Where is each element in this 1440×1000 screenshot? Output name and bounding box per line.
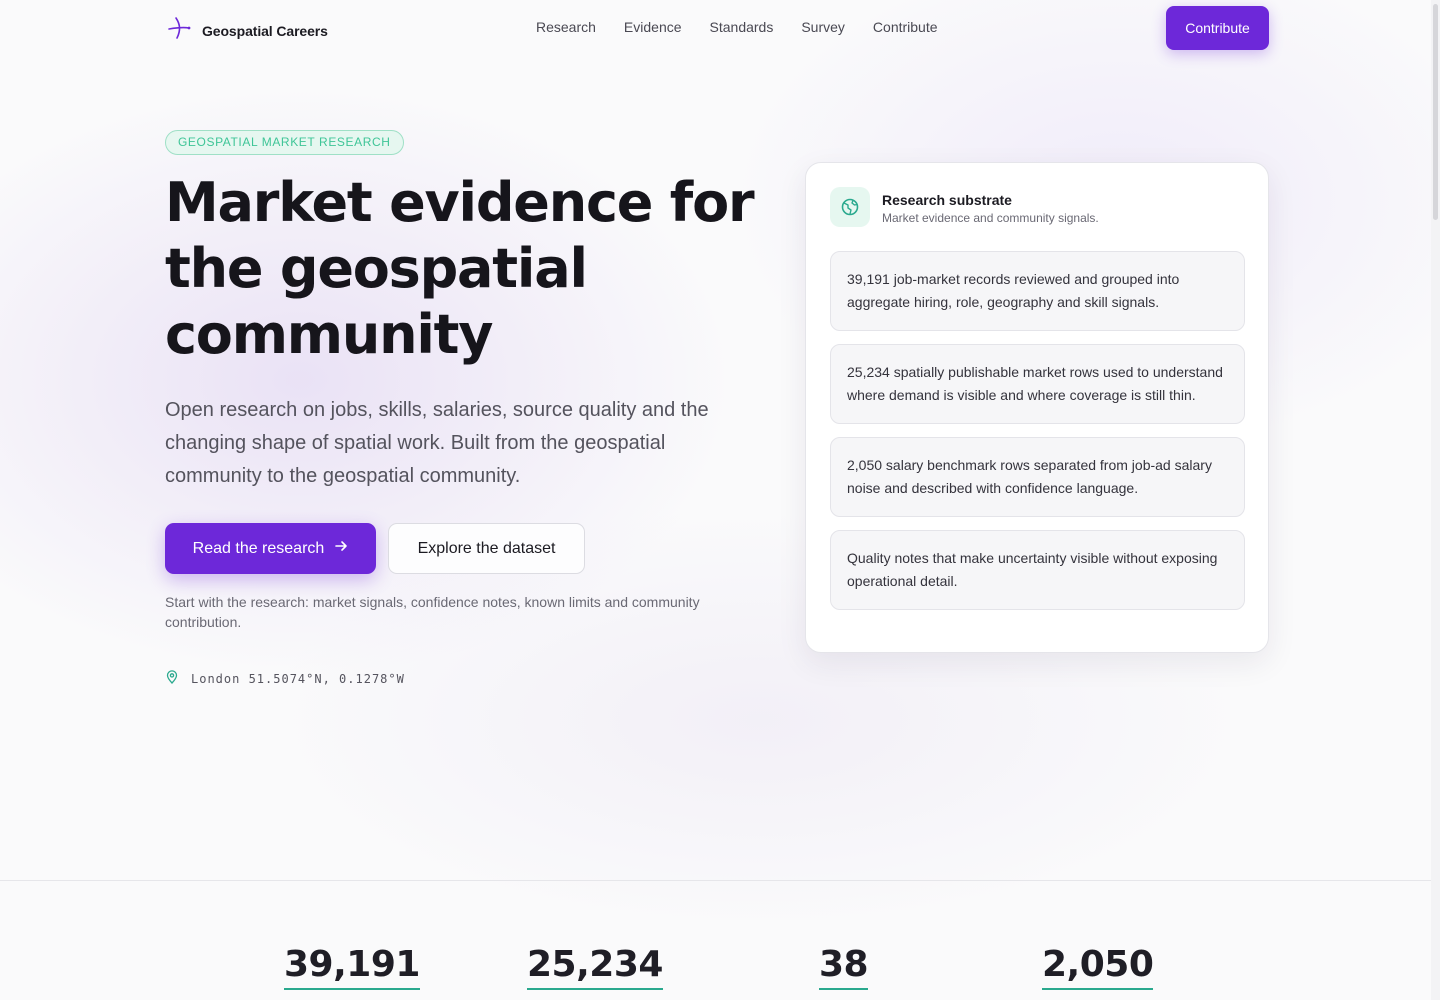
card-subtitle: Market evidence and community signals. xyxy=(882,211,1099,225)
stats-divider xyxy=(0,880,1431,881)
hero-description: Open research on jobs, skills, salaries,… xyxy=(165,399,709,487)
map-pin-icon xyxy=(165,670,179,687)
card-header: Research substrate Market evidence and c… xyxy=(830,187,1099,227)
explore-dataset-button[interactable]: Explore the dataset xyxy=(388,523,585,574)
eyebrow-badge: GEOSPATIAL MARKET RESEARCH xyxy=(165,130,404,155)
nav-link-survey[interactable]: Survey xyxy=(801,19,845,35)
brand-name: Geospatial Careers xyxy=(202,22,328,39)
nav-link-contribute[interactable]: Contribute xyxy=(873,19,938,35)
read-research-button[interactable]: Read the research xyxy=(165,523,376,574)
card-title: Research substrate xyxy=(882,192,1012,208)
location-readout: London 51.5074°N, 0.1278°W xyxy=(165,670,405,687)
top-nav: Geospatial Careers Research Evidence Sta… xyxy=(0,0,1431,56)
read-research-label: Read the research xyxy=(192,539,325,557)
research-substrate-card: Research substrate Market evidence and c… xyxy=(805,162,1269,653)
nav-link-evidence[interactable]: Evidence xyxy=(624,19,682,35)
brand-link[interactable]: Geospatial Careers xyxy=(166,15,328,46)
card-items: 39,191 job-market records reviewed and g… xyxy=(830,251,1245,610)
nav-links: Research Evidence Standards Survey Contr… xyxy=(536,19,938,35)
stat-market-rows: 25,234 xyxy=(527,942,663,990)
scrollbar[interactable] xyxy=(1431,0,1440,1000)
nav-link-research[interactable]: Research xyxy=(536,19,596,35)
card-heading-group: Research substrate Market evidence and c… xyxy=(882,187,1099,225)
hero-note: Start with the research: market signals,… xyxy=(165,594,700,630)
card-item-salary-rows: 2,050 salary benchmark rows separated fr… xyxy=(830,437,1245,517)
scrollbar-thumb[interactable] xyxy=(1433,4,1438,220)
page-title: Market evidence for the geospatial commu… xyxy=(165,171,755,366)
nav-link-standards[interactable]: Standards xyxy=(710,19,774,35)
stat-job-records: 39,191 xyxy=(284,942,420,990)
stat-count: 38 xyxy=(819,942,869,990)
arrow-right-icon xyxy=(334,539,348,558)
card-item-market-rows: 25,234 spatially publishable market rows… xyxy=(830,344,1245,424)
globe-icon xyxy=(830,187,870,227)
contribute-button[interactable]: Contribute xyxy=(1166,6,1269,50)
card-item-job-records: 39,191 job-market records reviewed and g… xyxy=(830,251,1245,331)
location-text: London 51.5074°N, 0.1278°W xyxy=(191,671,405,686)
stat-salary-rows: 2,050 xyxy=(1042,942,1154,990)
brand-logo-icon xyxy=(166,15,192,46)
card-item-quality-notes: Quality notes that make uncertainty visi… xyxy=(830,530,1245,610)
